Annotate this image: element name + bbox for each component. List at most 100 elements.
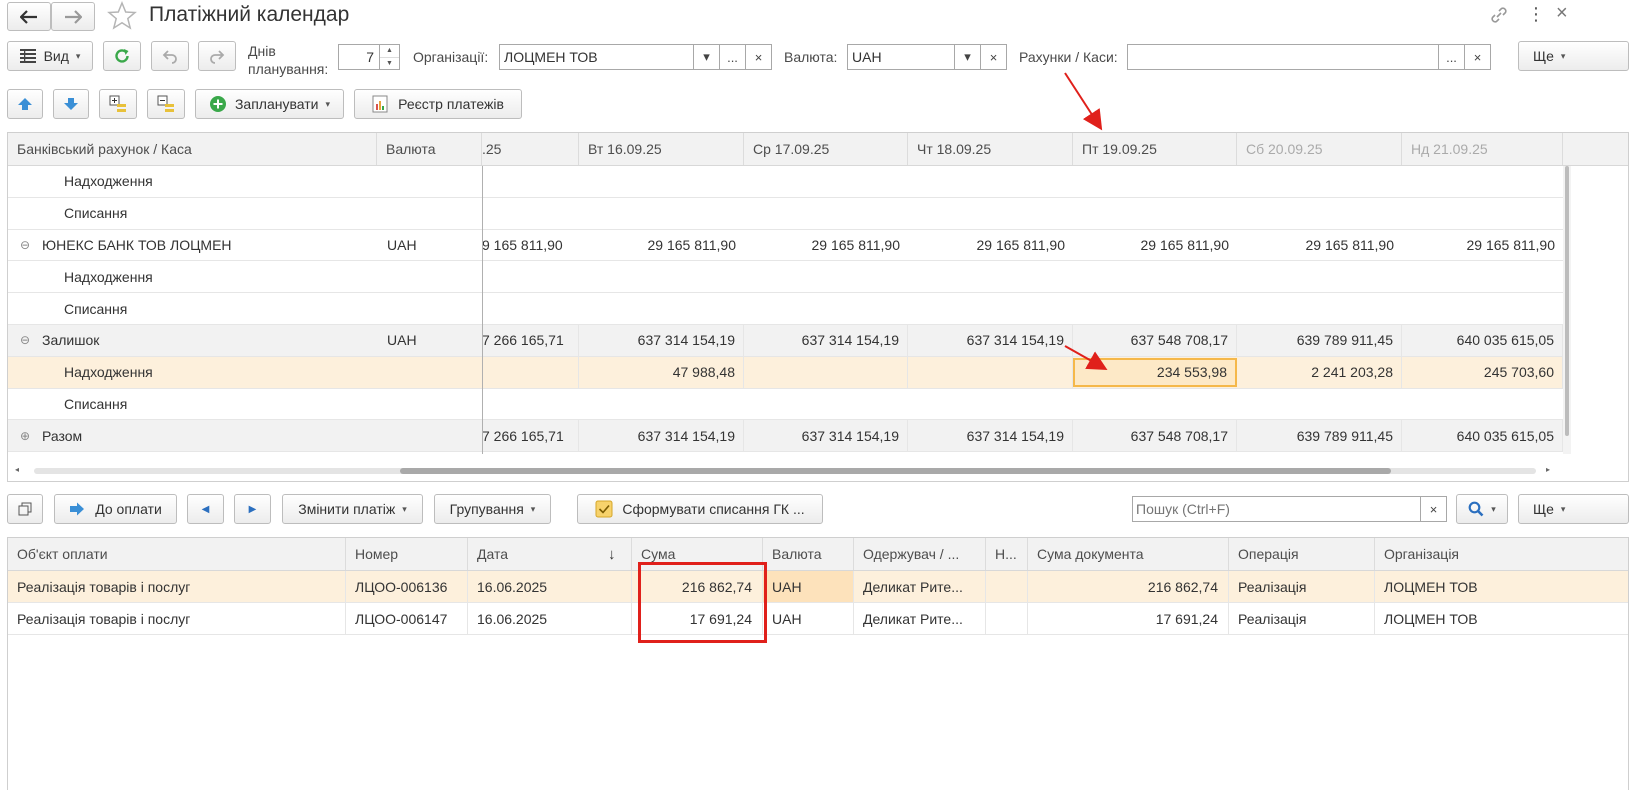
stepper-up-icon[interactable]: ▲: [380, 45, 399, 58]
value-cell[interactable]: [1402, 389, 1563, 420]
value-cell[interactable]: 29 165 811,90: [1237, 230, 1402, 261]
value-cell[interactable]: 639 789 911,45: [1237, 420, 1402, 452]
form-writeoff-button[interactable]: Сформувати списання ГК ...: [577, 494, 823, 524]
value-cell[interactable]: [482, 166, 579, 197]
value-cell[interactable]: 7 266 165,71: [482, 420, 579, 452]
org-select[interactable]: ...: [719, 45, 745, 69]
value-cell[interactable]: [1073, 261, 1237, 292]
value-cell[interactable]: [908, 356, 1073, 388]
accounts-clear[interactable]: ×: [1464, 45, 1490, 69]
value-cell[interactable]: 7 266 165,71: [482, 325, 579, 356]
value-cell[interactable]: [1073, 166, 1237, 197]
value-cell[interactable]: 637 314 154,19: [744, 420, 908, 452]
value-cell[interactable]: [1402, 198, 1563, 229]
collapse-toggle-icon[interactable]: ⊖: [20, 230, 36, 261]
value-cell[interactable]: 29 165 811,90: [1402, 230, 1563, 261]
value-cell[interactable]: [1073, 389, 1237, 420]
stepper-down-icon[interactable]: ▼: [380, 58, 399, 70]
date-column-header[interactable]: Пт 19.09.25: [1073, 133, 1237, 165]
organization-column-header[interactable]: Організація: [1375, 538, 1628, 570]
value-cell[interactable]: 639 789 911,45: [1237, 325, 1402, 356]
currency-column-header[interactable]: Валюта: [763, 538, 854, 570]
back-button[interactable]: [7, 2, 51, 31]
value-cell[interactable]: 29 165 811,90: [1073, 230, 1237, 261]
table-row[interactable]: Реалізація товарів і послуг ЛЦОО-006147 16…: [8, 603, 1628, 635]
search-input[interactable]: [1133, 500, 1420, 518]
search-field[interactable]: ×: [1132, 496, 1447, 522]
sort-descending-icon[interactable]: ↓: [608, 538, 624, 571]
calendar-row[interactable]: Надходження: [8, 261, 1563, 294]
operation-column-header[interactable]: Операція: [1229, 538, 1375, 570]
calendar-row[interactable]: Списання: [8, 198, 1563, 230]
value-cell[interactable]: [744, 356, 908, 388]
vertical-scrollbar[interactable]: [1563, 166, 1571, 454]
value-cell[interactable]: [482, 261, 579, 292]
value-cell[interactable]: 637 314 154,19: [579, 420, 744, 452]
value-cell[interactable]: [744, 261, 908, 292]
view-button[interactable]: Вид ▾: [7, 41, 93, 71]
prev-button[interactable]: ◀: [187, 494, 224, 524]
value-cell[interactable]: [908, 198, 1073, 229]
undo-button[interactable]: [151, 41, 189, 71]
currency-clear[interactable]: ×: [980, 45, 1006, 69]
value-cell[interactable]: [1073, 293, 1237, 324]
calendar-row[interactable]: Списання: [8, 389, 1563, 421]
collapse-toggle-icon[interactable]: ⊖: [20, 325, 36, 356]
value-cell[interactable]: [1402, 166, 1563, 197]
value-cell[interactable]: 640 035 615,05: [1402, 420, 1563, 452]
star-icon[interactable]: [107, 1, 137, 31]
value-cell[interactable]: [1237, 261, 1402, 292]
horizontal-scrollbar[interactable]: ◂ ▸: [8, 463, 1563, 477]
value-cell[interactable]: [908, 293, 1073, 324]
value-cell[interactable]: [579, 293, 744, 324]
expand-all-button[interactable]: [99, 89, 137, 119]
calendar-grid[interactable]: Банківський рахунок / Каса Валюта .25 Вт 16…: [7, 132, 1629, 482]
value-cell[interactable]: 637 314 154,19: [579, 325, 744, 356]
value-cell[interactable]: [744, 198, 908, 229]
link-icon[interactable]: [1489, 5, 1509, 25]
value-cell[interactable]: 637 548 708,17: [1073, 325, 1237, 356]
move-up-button[interactable]: [7, 89, 43, 119]
plan-button[interactable]: Запланувати ▾: [195, 89, 344, 119]
value-cell[interactable]: 637 314 154,19: [908, 420, 1073, 452]
change-payment-button[interactable]: Змінити платіж ▾: [282, 494, 423, 524]
expand-toggle-icon[interactable]: ⊕: [20, 420, 36, 451]
value-cell[interactable]: [1237, 166, 1402, 197]
forward-button[interactable]: [51, 2, 95, 31]
value-cell[interactable]: [579, 166, 744, 197]
redo-button[interactable]: [198, 41, 236, 71]
to-pay-button[interactable]: До оплати: [54, 494, 177, 524]
value-cell[interactable]: [744, 166, 908, 197]
calendar-row[interactable]: ⊖ Залишок UAH 7 266 165,71 637 314 154,19 637…: [8, 325, 1563, 357]
value-cell[interactable]: [482, 293, 579, 324]
value-cell[interactable]: 234 553,98: [1073, 357, 1237, 387]
value-cell[interactable]: 640 035 615,05: [1402, 325, 1563, 356]
value-cell[interactable]: 245 703,60: [1402, 356, 1563, 388]
calendar-row[interactable]: Списання: [8, 293, 1563, 325]
value-cell[interactable]: [1237, 293, 1402, 324]
object-column-header[interactable]: Об'єкт оплати: [8, 538, 346, 570]
accounts-field[interactable]: ... ×: [1127, 44, 1491, 70]
grouping-button[interactable]: Групування ▾: [434, 494, 551, 524]
recipient-column-header[interactable]: Одержувач / ...: [854, 538, 986, 570]
value-cell[interactable]: 47 988,48: [579, 356, 744, 388]
value-cell[interactable]: 637 548 708,17: [1073, 420, 1237, 452]
value-cell[interactable]: 2 241 203,28: [1237, 356, 1402, 388]
date-column-header[interactable]: Сб 20.09.25: [1237, 133, 1402, 165]
value-cell[interactable]: [908, 261, 1073, 292]
search-button[interactable]: ▾: [1456, 494, 1508, 524]
calendar-row[interactable]: ⊕ Разом 7 266 165,71 637 314 154,19 637 314 …: [8, 420, 1563, 453]
refresh-button[interactable]: [103, 41, 141, 71]
currency-column-header[interactable]: Валюта: [377, 133, 482, 165]
number-column-header[interactable]: Номер: [346, 538, 468, 570]
value-cell[interactable]: [1402, 293, 1563, 324]
account-column-header[interactable]: Банківський рахунок / Каса: [8, 133, 377, 165]
days-stepper[interactable]: 7 ▲ ▼: [338, 44, 400, 70]
value-cell[interactable]: [482, 356, 579, 388]
next-button[interactable]: ▶: [234, 494, 271, 524]
n-column-header[interactable]: Н...: [986, 538, 1028, 570]
open-window-button[interactable]: [7, 494, 43, 524]
date-column-header[interactable]: Вт 16.09.25: [579, 133, 744, 165]
search-clear[interactable]: ×: [1420, 497, 1446, 521]
value-cell[interactable]: [908, 166, 1073, 197]
